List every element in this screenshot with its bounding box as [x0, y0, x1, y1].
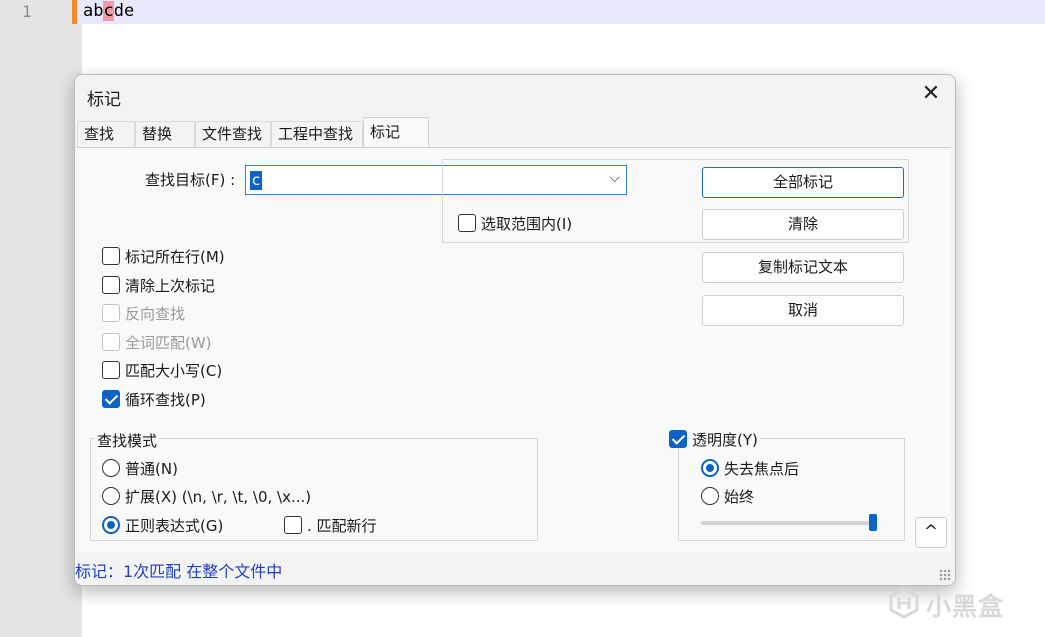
- xiaoheihe-logo-icon: [889, 587, 919, 619]
- transparency-checkbox[interactable]: [669, 430, 687, 448]
- mark-all-button[interactable]: 全部标记: [702, 167, 904, 198]
- dot-matches-newline-label: . 匹配新行: [307, 517, 377, 535]
- tab-find-in-projects[interactable]: 工程中查找: [271, 121, 363, 147]
- transparency-slider-track[interactable]: [701, 521, 875, 525]
- close-icon[interactable]: ✕: [919, 83, 943, 107]
- transparency-slider-thumb[interactable]: [869, 514, 877, 531]
- in-selection-label: 选取范围内(I): [481, 215, 573, 233]
- transparency-always-radio[interactable]: [701, 487, 719, 505]
- wrap-around-label: 循环查找(P): [125, 391, 206, 409]
- search-mode-normal-label: 普通(N): [125, 460, 178, 478]
- search-mode-regex-label: 正则表达式(G): [125, 517, 224, 535]
- tab-mark[interactable]: 标记: [363, 117, 429, 148]
- dialog-title: 标记: [87, 90, 121, 110]
- match-whole-word-checkbox[interactable]: [102, 333, 120, 351]
- wrap-around-checkbox[interactable]: [102, 390, 120, 408]
- code-text-before: ab: [83, 1, 104, 21]
- marked-match: c: [103, 1, 114, 21]
- tab-find[interactable]: 查找: [77, 121, 135, 147]
- status-message: 标记：1次匹配 在整个文件中: [75, 562, 283, 581]
- backward-direction-label: 反向查找: [125, 305, 186, 323]
- line-number-gutter: [0, 0, 82, 637]
- transparency-label: 透明度(Y): [690, 429, 760, 450]
- transparency-always-label: 始终: [724, 488, 755, 506]
- resize-grip-icon[interactable]: [939, 569, 951, 581]
- search-mode-title: 查找模式: [95, 430, 160, 451]
- tab-replace[interactable]: 替换: [135, 121, 195, 147]
- copy-marked-text-button[interactable]: 复制标记文本: [702, 252, 904, 283]
- find-what-label: 查找目标(F) :: [145, 171, 236, 189]
- search-mode-extended-label: 扩展(X) (\n, \r, \t, \0, \x...): [125, 488, 312, 506]
- transparency-on-lose-focus-label: 失去焦点后: [724, 460, 800, 478]
- bookmark-line-label: 标记所在行(M): [125, 248, 225, 266]
- purge-previous-checkbox[interactable]: [102, 276, 120, 294]
- watermark: 小黑盒: [888, 585, 1038, 621]
- in-selection-checkbox[interactable]: [458, 214, 476, 232]
- tab-find-in-files[interactable]: 文件查找: [195, 121, 271, 147]
- clear-marks-button[interactable]: 清除: [702, 209, 904, 240]
- line-number: 1: [22, 2, 32, 21]
- change-history-bar: [72, 0, 77, 24]
- match-case-checkbox[interactable]: [102, 361, 120, 379]
- current-line-highlight: [72, 0, 1045, 24]
- dot-matches-newline-checkbox[interactable]: [284, 516, 302, 534]
- purge-previous-label: 清除上次标记: [125, 277, 216, 295]
- backward-direction-checkbox[interactable]: [102, 304, 120, 322]
- code-text-after: de: [113, 1, 135, 21]
- cancel-button[interactable]: 取消: [702, 295, 904, 326]
- search-mode-normal-radio[interactable]: [102, 459, 120, 477]
- bookmark-line-checkbox[interactable]: [102, 247, 120, 265]
- collapse-button[interactable]: ^: [915, 517, 947, 548]
- match-whole-word-label: 全词匹配(W): [125, 334, 212, 352]
- code-line[interactable]: abcde: [83, 1, 134, 21]
- search-mode-extended-radio[interactable]: [102, 487, 120, 505]
- find-what-value: c: [250, 171, 263, 190]
- transparency-on-lose-focus-radio[interactable]: [701, 459, 719, 477]
- watermark-text: 小黑盒: [926, 592, 1005, 621]
- mark-dialog: 标记 ✕ 查找 替换 文件查找 工程中查找 标记 查找目标(F) : c ⌵ 选…: [74, 74, 956, 586]
- search-mode-regex-radio[interactable]: [102, 516, 120, 534]
- match-case-label: 匹配大小写(C): [125, 362, 223, 380]
